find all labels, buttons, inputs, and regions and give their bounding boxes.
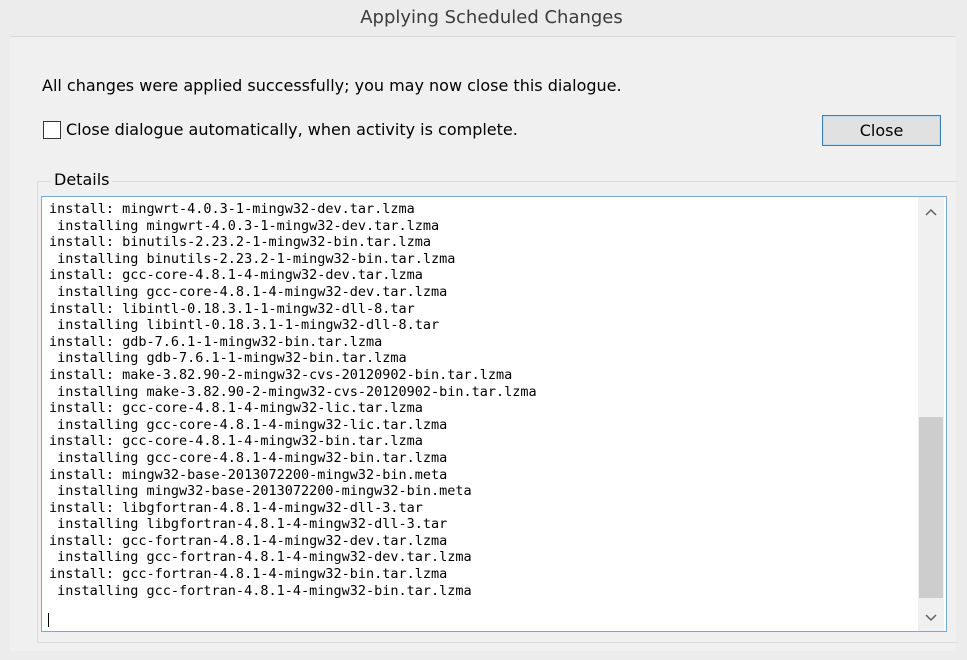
- log-line: installing gdb-7.6.1-1-mingw32-bin.tar.l…: [49, 350, 407, 367]
- log-lines: install: mingwrt-4.0.3-1-mingw32-dev.tar…: [49, 201, 537, 599]
- log-line: installing gcc-core-4.8.1-4-mingw32-bin.…: [49, 449, 448, 466]
- log-line: install: gcc-core-4.8.1-4-mingw32-lic.ta…: [49, 400, 423, 417]
- log-line: install: binutils-2.23.2-1-mingw32-bin.t…: [49, 234, 432, 251]
- log-line: install: libgfortran-4.8.1-4-mingw32-dll…: [49, 499, 423, 516]
- status-message: All changes were applied successfully; y…: [42, 76, 622, 95]
- log-scrollbar[interactable]: [918, 197, 944, 631]
- log-line: install: libintl-0.18.3.1-1-mingw32-dll-…: [49, 300, 415, 317]
- details-log[interactable]: install: mingwrt-4.0.3-1-mingw32-dev.tar…: [41, 196, 947, 632]
- log-line: install: gcc-core-4.8.1-4-mingw32-bin.ta…: [49, 433, 423, 450]
- log-line: installing mingwrt-4.0.3-1-mingw32-dev.t…: [49, 217, 440, 234]
- log-line: install: mingw32-base-2013072200-mingw32…: [49, 466, 448, 483]
- window-frame-left: [0, 36, 10, 660]
- text-caret: [48, 613, 49, 627]
- window-title: Applying Scheduled Changes: [360, 6, 623, 28]
- log-line: installing make-3.82.90-2-mingw32-cvs-20…: [49, 383, 537, 400]
- chevron-up-icon[interactable]: [918, 199, 944, 225]
- log-line: install: gcc-fortran-4.8.1-4-mingw32-bin…: [49, 566, 448, 583]
- log-line: install: mingwrt-4.0.3-1-mingw32-dev.tar…: [49, 201, 415, 217]
- log-line: installing binutils-2.23.2-1-mingw32-bin…: [49, 250, 456, 267]
- log-line: installing libintl-0.18.3.1-1-mingw32-dl…: [49, 317, 440, 334]
- log-line: install: make-3.82.90-2-mingw32-cvs-2012…: [49, 366, 513, 383]
- close-button[interactable]: Close: [822, 115, 941, 146]
- log-line: installing gcc-core-4.8.1-4-mingw32-dev.…: [49, 283, 448, 300]
- scrollbar-thumb[interactable]: [919, 417, 943, 598]
- log-line: installing gcc-fortran-4.8.1-4-mingw32-b…: [49, 582, 472, 599]
- log-line: installing gcc-fortran-4.8.1-4-mingw32-d…: [49, 549, 472, 566]
- auto-close-checkbox[interactable]: [43, 120, 61, 139]
- log-line: installing gcc-core-4.8.1-4-mingw32-lic.…: [49, 416, 448, 433]
- window-frame-right: [956, 36, 967, 660]
- auto-close-option[interactable]: Close dialogue automatically, when activ…: [43, 120, 518, 139]
- log-line: install: gcc-fortran-4.8.1-4-mingw32-dev…: [49, 532, 448, 549]
- dialog-window: Applying Scheduled Changes All changes w…: [0, 0, 967, 660]
- log-line: installing mingw32-base-2013072200-mingw…: [49, 483, 472, 500]
- details-legend: Details: [51, 170, 113, 189]
- log-line: installing libgfortran-4.8.1-4-mingw32-d…: [49, 516, 448, 533]
- title-bar[interactable]: Applying Scheduled Changes: [0, 0, 967, 37]
- chevron-down-icon[interactable]: [918, 605, 944, 631]
- window-frame-bottom: [0, 651, 967, 660]
- log-line: install: gdb-7.6.1-1-mingw32-bin.tar.lzm…: [49, 333, 383, 350]
- log-line: install: gcc-core-4.8.1-4-mingw32-dev.ta…: [49, 267, 423, 284]
- auto-close-label[interactable]: Close dialogue automatically, when activ…: [66, 120, 518, 139]
